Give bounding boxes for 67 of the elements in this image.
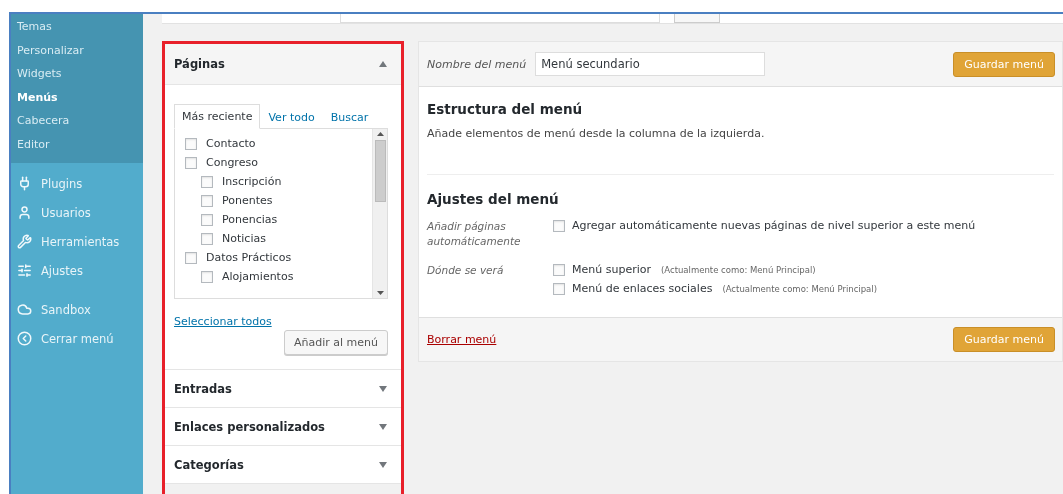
option-label: Agregar automáticamente nuevas páginas de nivel superior a este menú	[572, 219, 976, 232]
sidebar-item[interactable]: Ajustes	[11, 256, 143, 285]
option-note: (Actualmente como: Menú Principal)	[722, 283, 877, 294]
page-label: Ponencias	[222, 213, 278, 226]
option-label: Menú de enlaces sociales	[572, 282, 713, 295]
setting-label: Añadir páginas automáticamente	[427, 219, 522, 249]
select-field[interactable]	[340, 14, 660, 23]
expand-arrow-icon[interactable]	[379, 423, 387, 430]
submenu-item[interactable]: Menús	[11, 86, 143, 110]
checkbox[interactable]	[201, 175, 213, 188]
submenu-item[interactable]: Editor	[11, 133, 143, 157]
expand-arrow-icon[interactable]	[379, 461, 387, 468]
scroll-up-icon[interactable]	[376, 132, 384, 136]
page-label: Contacto	[206, 137, 256, 150]
accordion-header[interactable]: Páginas	[165, 44, 401, 85]
cloud-icon	[17, 302, 32, 317]
wrench-icon	[17, 234, 32, 249]
sidebar-item[interactable]: Cerrar menú	[11, 324, 143, 353]
delete-menu-link[interactable]: Borrar menú	[427, 333, 497, 346]
select-button[interactable]	[674, 14, 720, 23]
tab[interactable]: Buscar	[322, 105, 377, 129]
add-to-menu-button[interactable]: Añadir al menú	[284, 330, 388, 355]
option-label: Menú superior	[572, 263, 651, 276]
sidebar-item[interactable]: Plugins	[11, 169, 143, 198]
user-icon	[17, 205, 32, 220]
checkbox[interactable]	[201, 194, 213, 207]
sidebar-item[interactable]: Herramientas	[11, 227, 143, 256]
tab[interactable]: Ver todo	[260, 105, 323, 129]
collapse-icon	[17, 331, 32, 346]
menu-name-field[interactable]: Menú secundario	[535, 52, 766, 76]
section-title: Ajustes del menú	[427, 191, 560, 207]
page-label: Ponentes	[222, 194, 273, 207]
menu-name-label: Nombre del menú	[427, 57, 527, 71]
checkbox[interactable]	[185, 137, 197, 150]
page-label: Noticias	[222, 232, 266, 245]
page-label: Alojamientos	[222, 270, 294, 283]
checkbox[interactable]	[185, 156, 197, 169]
sidebar-item[interactable]: Sandbox	[11, 295, 143, 324]
checkbox[interactable]	[553, 282, 565, 295]
submenu-item[interactable]: Cabecera	[11, 110, 143, 134]
instruction-text: Añade elementos de menú desde la columna de la izquierda.	[427, 127, 766, 140]
checkbox[interactable]	[553, 263, 565, 276]
scrollbar[interactable]	[372, 129, 387, 298]
checkbox[interactable]	[201, 213, 213, 226]
plug-icon	[17, 176, 32, 191]
scroll-down-icon[interactable]	[376, 291, 384, 295]
sidebar-item[interactable]: Usuarios	[11, 198, 143, 227]
expand-arrow-icon[interactable]	[379, 385, 387, 392]
setting-label: Dónde se verá	[427, 263, 505, 278]
tab[interactable]: Más reciente	[174, 104, 261, 129]
settings-icon	[17, 263, 32, 278]
checkbox[interactable]	[185, 251, 197, 264]
page-label: Datos Prácticos	[206, 251, 292, 264]
save-menu-button[interactable]: Guardar menú	[953, 51, 1055, 77]
page-label: Congreso	[206, 156, 258, 169]
save-menu-button[interactable]: Guardar menú	[953, 327, 1055, 352]
section-title: Estructura del menú	[427, 101, 584, 117]
page-label: Inscripción	[222, 175, 282, 188]
checkbox[interactable]	[201, 270, 213, 283]
submenu-item[interactable]: Temas	[11, 16, 143, 40]
checkbox[interactable]	[553, 219, 565, 232]
collapse-arrow-icon[interactable]	[379, 61, 387, 67]
submenu-item[interactable]: Widgets	[11, 63, 143, 87]
checkbox[interactable]	[201, 232, 213, 245]
option-note: (Actualmente como: Menú Principal)	[661, 264, 816, 275]
select-all-link[interactable]: Seleccionar todos	[174, 315, 388, 328]
submenu-item[interactable]: Personalizar	[11, 39, 143, 63]
